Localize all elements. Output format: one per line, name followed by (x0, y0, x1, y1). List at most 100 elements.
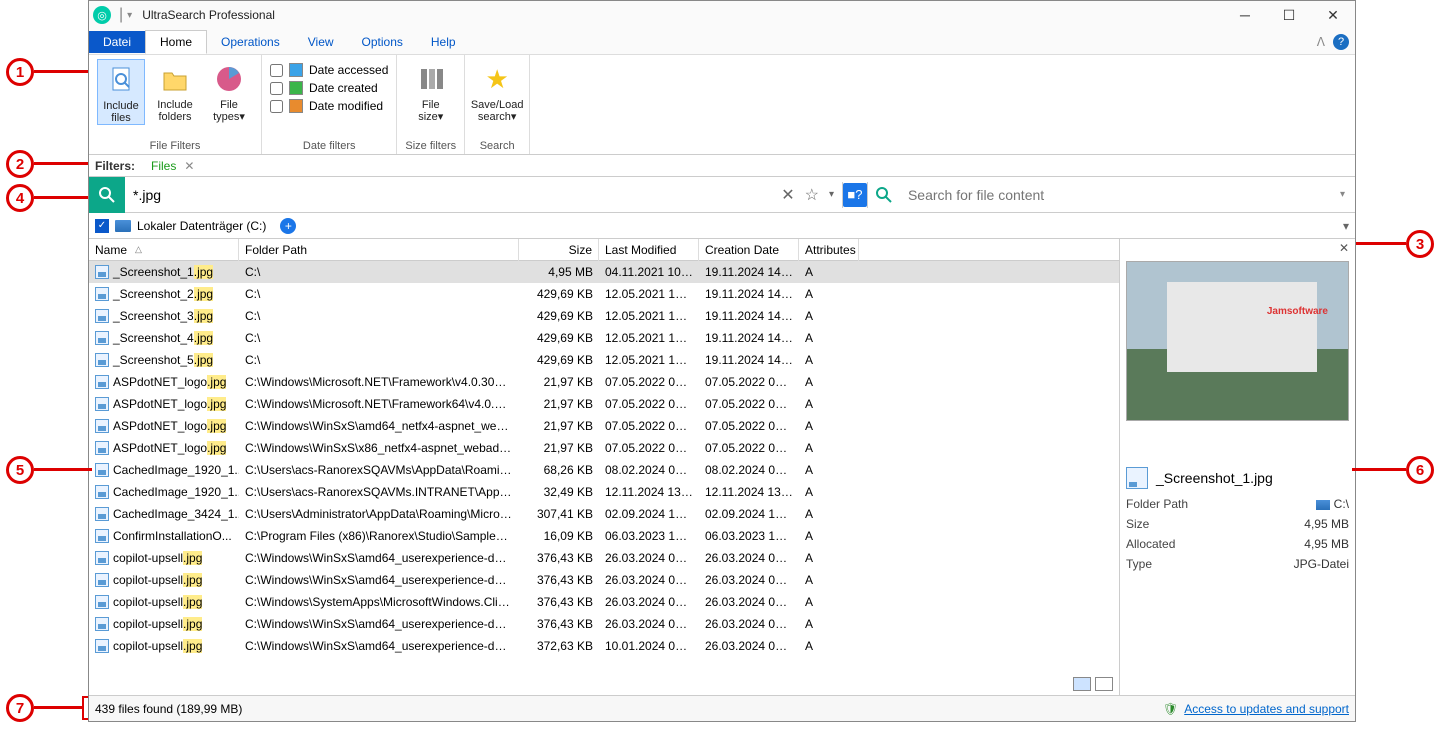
table-row[interactable]: copilot-upsell.jpgC:\Windows\SystemApps\… (89, 591, 1119, 613)
view-list-icon[interactable] (1073, 677, 1091, 691)
close-button[interactable]: ✕ (1311, 1, 1355, 29)
table-row[interactable]: _Screenshot_1.jpgC:\4,95 MB04.11.2021 10… (89, 261, 1119, 283)
clear-search-icon[interactable]: ✕ (781, 185, 794, 205)
search-input[interactable] (125, 178, 773, 212)
table-row[interactable]: ConfirmInstallationO...C:\Program Files … (89, 525, 1119, 547)
table-row[interactable]: ASPdotNET_logo.jpgC:\Windows\Microsoft.N… (89, 371, 1119, 393)
drive-label[interactable]: Lokaler Datenträger (C:) (137, 219, 266, 233)
table-row[interactable]: copilot-upsell.jpgC:\Windows\WinSxS\amd6… (89, 635, 1119, 657)
help-icon[interactable]: ? (1333, 34, 1349, 50)
filter-chip-files[interactable]: Files✕ (151, 159, 194, 173)
view-preview-icon[interactable] (1095, 677, 1113, 691)
chk-date-accessed[interactable]: Date accessed (270, 63, 388, 77)
save-load-search-button[interactable]: ★Save/Load search▾ (473, 59, 521, 123)
table-row[interactable]: ASPdotNET_logo.jpgC:\Windows\Microsoft.N… (89, 393, 1119, 415)
chk-date-created[interactable]: Date created (270, 81, 388, 95)
file-icon (95, 441, 109, 455)
status-found: 439 files found (189,99 MB) (95, 702, 242, 716)
content-search-icon[interactable] (868, 187, 900, 203)
filters-label: Filters: (95, 159, 135, 173)
menu-options[interactable]: Options (348, 31, 417, 53)
maximize-button[interactable]: ☐ (1267, 1, 1311, 29)
menu-bar: Datei Home Operations View Options Help … (89, 29, 1355, 55)
col-cre[interactable]: Creation Date (699, 239, 799, 261)
col-attr[interactable]: Attributes (799, 239, 859, 261)
menu-help[interactable]: Help (417, 31, 470, 53)
title-bar: ◎ | ▾ UltraSearch Professional ─ ☐ ✕ (89, 1, 1355, 29)
table-row[interactable]: _Screenshot_2.jpgC:\429,69 KB12.05.2021 … (89, 283, 1119, 305)
app-icon: ◎ (93, 6, 111, 24)
file-icon (95, 463, 109, 477)
ribbon: Include files Include folders File types… (89, 55, 1355, 155)
preview-prop-row: TypeJPG-Datei (1126, 557, 1349, 577)
callout-1: 1 (6, 58, 34, 86)
file-icon (95, 397, 109, 411)
file-icon (95, 375, 109, 389)
file-icon (95, 551, 109, 565)
favorite-search-icon[interactable]: ☆ (805, 185, 819, 205)
preview-filename: _Screenshot_1.jpg (1156, 470, 1273, 486)
drive-bar: ✓ Lokaler Datenträger (C:) + ▾ (89, 213, 1355, 239)
callout-2: 2 (6, 150, 34, 178)
file-icon (95, 639, 109, 653)
callout-7: 7 (6, 694, 34, 722)
callout-4: 4 (6, 184, 34, 212)
search-bar: ✕ ☆ ▾ ■? ▾ (89, 177, 1355, 213)
table-row[interactable]: _Screenshot_4.jpgC:\429,69 KB12.05.2021 … (89, 327, 1119, 349)
preview-pane: ✕ Jamsoftware _Screenshot_1.jpg Folder P… (1119, 239, 1355, 695)
file-icon (95, 507, 109, 521)
table-row[interactable]: CachedImage_1920_1...C:\Users\acs-Ranore… (89, 481, 1119, 503)
menu-home[interactable]: Home (145, 30, 207, 54)
include-folders-button[interactable]: Include folders (151, 59, 199, 123)
callout-5: 5 (6, 456, 34, 484)
filters-bar: Filters: Files✕ (89, 155, 1355, 177)
group-label-sizefilters: Size filters (405, 140, 456, 152)
table-row[interactable]: CachedImage_3424_1...C:\Users\Administra… (89, 503, 1119, 525)
group-label-search: Search (480, 140, 515, 152)
file-icon (95, 353, 109, 367)
syntax-help-button[interactable]: ■? (843, 183, 867, 207)
app-title: UltraSearch Professional (142, 8, 275, 22)
search-icon[interactable] (89, 177, 125, 213)
file-types-button[interactable]: File types▾ (205, 59, 253, 123)
preview-prop-row: Size4,95 MB (1126, 517, 1349, 537)
col-path[interactable]: Folder Path (239, 239, 519, 261)
results-table: Name△ Folder Path Size Last Modified Cre… (89, 239, 1119, 695)
table-row[interactable]: _Screenshot_5.jpgC:\429,69 KB12.05.2021 … (89, 349, 1119, 371)
include-files-button[interactable]: Include files (97, 59, 145, 125)
col-name[interactable]: Name△ (89, 239, 239, 261)
col-mod[interactable]: Last Modified (599, 239, 699, 261)
content-dropdown-icon[interactable]: ▾ (1330, 189, 1355, 200)
file-icon (95, 595, 109, 609)
drive-checkbox[interactable]: ✓ (95, 219, 109, 233)
expand-drives-icon[interactable]: ▾ (1343, 219, 1349, 233)
content-search-input[interactable] (900, 178, 1330, 212)
table-row[interactable]: copilot-upsell.jpgC:\Windows\WinSxS\amd6… (89, 547, 1119, 569)
col-size[interactable]: Size (519, 239, 599, 261)
search-dropdown-icon[interactable]: ▾ (829, 189, 834, 200)
chk-date-modified[interactable]: Date modified (270, 99, 388, 113)
close-icon[interactable]: ✕ (184, 159, 194, 173)
table-row[interactable]: ASPdotNET_logo.jpgC:\Windows\WinSxS\x86_… (89, 437, 1119, 459)
updates-link[interactable]: Access to updates and support (1184, 702, 1349, 716)
menu-datei[interactable]: Datei (89, 31, 145, 53)
menu-view[interactable]: View (294, 31, 348, 53)
preview-prop-row: Folder PathC:\ (1126, 497, 1349, 517)
file-icon (95, 265, 109, 279)
table-row[interactable]: copilot-upsell.jpgC:\Windows\WinSxS\amd6… (89, 613, 1119, 635)
menu-operations[interactable]: Operations (207, 31, 294, 53)
table-row[interactable]: copilot-upsell.jpgC:\Windows\WinSxS\amd6… (89, 569, 1119, 591)
preview-image: Jamsoftware (1126, 261, 1349, 421)
table-row[interactable]: _Screenshot_3.jpgC:\429,69 KB12.05.2021 … (89, 305, 1119, 327)
file-icon (1126, 467, 1148, 489)
minimize-button[interactable]: ─ (1223, 1, 1267, 29)
file-icon (95, 331, 109, 345)
add-drive-button[interactable]: + (280, 218, 296, 234)
close-preview-icon[interactable]: ✕ (1339, 241, 1349, 255)
table-row[interactable]: CachedImage_1920_1...C:\Users\acs-Ranore… (89, 459, 1119, 481)
shield-icon: 🛡 (1163, 702, 1178, 716)
file-icon (95, 617, 109, 631)
table-row[interactable]: ASPdotNET_logo.jpgC:\Windows\WinSxS\amd6… (89, 415, 1119, 437)
file-size-button[interactable]: File size▾ (407, 59, 455, 123)
collapse-ribbon-icon[interactable]: ᐱ (1317, 35, 1325, 49)
